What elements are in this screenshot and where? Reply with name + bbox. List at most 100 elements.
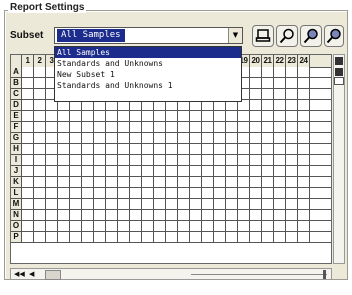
- well-cell[interactable]: [94, 177, 106, 187]
- well-cell[interactable]: [214, 210, 226, 220]
- well-cell[interactable]: [250, 133, 262, 143]
- well-cell[interactable]: [250, 221, 262, 231]
- row-header[interactable]: A: [11, 67, 22, 77]
- well-cell[interactable]: [202, 133, 214, 143]
- well-cell[interactable]: [178, 133, 190, 143]
- well-cell[interactable]: [298, 177, 310, 187]
- well-cell[interactable]: [70, 144, 82, 154]
- well-cell[interactable]: [190, 232, 202, 242]
- well-cell[interactable]: [106, 111, 118, 121]
- well-cell[interactable]: [166, 122, 178, 132]
- well-cell[interactable]: [202, 166, 214, 176]
- well-cell[interactable]: [22, 221, 34, 231]
- well-cell[interactable]: [250, 166, 262, 176]
- well-cell[interactable]: [154, 221, 166, 231]
- well-cell[interactable]: [250, 111, 262, 121]
- well-cell[interactable]: [118, 122, 130, 132]
- well-cell[interactable]: [274, 155, 286, 165]
- well-cell[interactable]: [166, 221, 178, 231]
- well-cell[interactable]: [262, 89, 274, 99]
- well-cell[interactable]: [298, 111, 310, 121]
- row-header[interactable]: P: [11, 232, 22, 242]
- well-cell[interactable]: [166, 155, 178, 165]
- well-cell[interactable]: [154, 155, 166, 165]
- well-cell[interactable]: [250, 155, 262, 165]
- well-cell[interactable]: [178, 210, 190, 220]
- well-cell[interactable]: [94, 210, 106, 220]
- well-cell[interactable]: [298, 133, 310, 143]
- well-cell[interactable]: [34, 144, 46, 154]
- well-cell[interactable]: [238, 188, 250, 198]
- well-cell[interactable]: [250, 67, 262, 77]
- plate-button[interactable]: [252, 25, 274, 47]
- subset-dropdown-list[interactable]: All Samples Standards and Unknowns New Sub…: [54, 46, 242, 102]
- well-cell[interactable]: [130, 221, 142, 231]
- well-cell[interactable]: [238, 221, 250, 231]
- well-cell[interactable]: [166, 199, 178, 209]
- well-cell[interactable]: [82, 133, 94, 143]
- well-cell[interactable]: [286, 133, 298, 143]
- well-cell[interactable]: [274, 100, 286, 110]
- well-cell[interactable]: [250, 232, 262, 242]
- well-cell[interactable]: [154, 177, 166, 187]
- well-cell[interactable]: [190, 111, 202, 121]
- well-cell[interactable]: [94, 199, 106, 209]
- well-cell[interactable]: [34, 188, 46, 198]
- well-cell[interactable]: [34, 221, 46, 231]
- well-cell[interactable]: [226, 133, 238, 143]
- well-cell[interactable]: [142, 111, 154, 121]
- well-cell[interactable]: [70, 221, 82, 231]
- well-cell[interactable]: [286, 199, 298, 209]
- well-cell[interactable]: [262, 100, 274, 110]
- well-cell[interactable]: [178, 166, 190, 176]
- well-cell[interactable]: [154, 199, 166, 209]
- well-cell[interactable]: [238, 122, 250, 132]
- well-cell[interactable]: [130, 144, 142, 154]
- well-cell[interactable]: [262, 78, 274, 88]
- well-cell[interactable]: [166, 177, 178, 187]
- subset-option[interactable]: Standards and Unknowns: [55, 58, 241, 69]
- well-cell[interactable]: [130, 155, 142, 165]
- well-cell[interactable]: [106, 155, 118, 165]
- first-page-icon[interactable]: ◀◀: [14, 271, 25, 278]
- well-cell[interactable]: [106, 210, 118, 220]
- well-cell[interactable]: [226, 199, 238, 209]
- well-cell[interactable]: [286, 177, 298, 187]
- well-cell[interactable]: [202, 111, 214, 121]
- subset-option[interactable]: All Samples: [55, 47, 241, 58]
- well-cell[interactable]: [58, 111, 70, 121]
- well-cell[interactable]: [202, 210, 214, 220]
- well-cell[interactable]: [190, 144, 202, 154]
- well-cell[interactable]: [298, 67, 310, 77]
- well-cell[interactable]: [142, 166, 154, 176]
- well-cell[interactable]: [262, 188, 274, 198]
- column-header[interactable]: 22: [274, 55, 286, 67]
- well-cell[interactable]: [262, 122, 274, 132]
- well-cell[interactable]: [82, 166, 94, 176]
- well-cell[interactable]: [298, 188, 310, 198]
- well-cell[interactable]: [82, 111, 94, 121]
- well-cell[interactable]: [238, 210, 250, 220]
- well-cell[interactable]: [214, 188, 226, 198]
- well-cell[interactable]: [106, 144, 118, 154]
- well-cell[interactable]: [46, 177, 58, 187]
- well-cell[interactable]: [142, 177, 154, 187]
- well-cell[interactable]: [274, 144, 286, 154]
- well-cell[interactable]: [286, 89, 298, 99]
- well-cell[interactable]: [262, 166, 274, 176]
- well-cell[interactable]: [142, 122, 154, 132]
- well-cell[interactable]: [250, 78, 262, 88]
- well-cell[interactable]: [22, 67, 34, 77]
- row-header[interactable]: J: [11, 166, 22, 176]
- well-cell[interactable]: [130, 188, 142, 198]
- well-cell[interactable]: [214, 111, 226, 121]
- well-cell[interactable]: [190, 122, 202, 132]
- column-header[interactable]: 2: [34, 55, 46, 67]
- well-cell[interactable]: [70, 155, 82, 165]
- well-cell[interactable]: [22, 166, 34, 176]
- well-cell[interactable]: [22, 188, 34, 198]
- well-cell[interactable]: [82, 232, 94, 242]
- well-cell[interactable]: [130, 177, 142, 187]
- well-cell[interactable]: [82, 177, 94, 187]
- row-header[interactable]: H: [11, 144, 22, 154]
